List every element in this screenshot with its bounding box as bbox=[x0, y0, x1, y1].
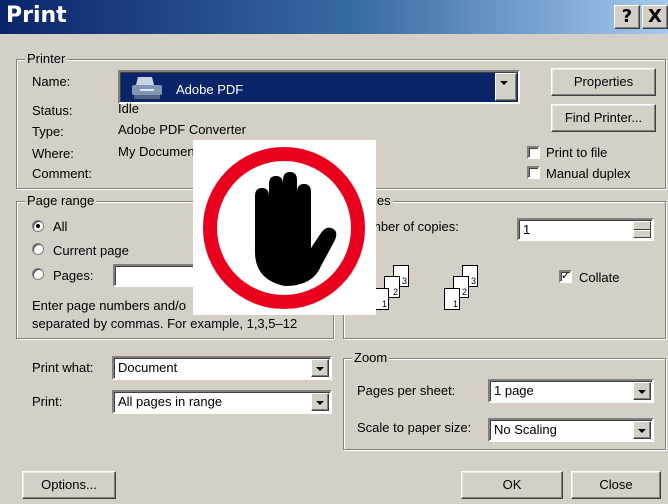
chevron-down-icon[interactable] bbox=[633, 421, 651, 439]
page-range-hint-line1: Enter page numbers and/o bbox=[32, 298, 186, 313]
copies-input[interactable]: 1 bbox=[517, 218, 654, 241]
find-printer-button[interactable]: Find Printer... bbox=[551, 104, 656, 132]
pages-radio[interactable] bbox=[32, 268, 44, 280]
chevron-down-icon[interactable] bbox=[311, 393, 329, 411]
close-window-button[interactable]: X bbox=[642, 5, 668, 29]
type-label: Type: bbox=[32, 124, 64, 139]
printer-icon bbox=[128, 75, 168, 101]
type-value: Adobe PDF Converter bbox=[118, 122, 246, 137]
print-what-select[interactable]: Document bbox=[112, 356, 332, 380]
pages-per-sheet-label: Pages per sheet: bbox=[357, 383, 456, 398]
all-pages-label: All bbox=[53, 219, 68, 234]
scale-label: Scale to paper size: bbox=[357, 420, 472, 435]
chevron-down-icon[interactable] bbox=[495, 73, 517, 101]
pages-per-sheet-select[interactable]: 1 page bbox=[488, 379, 654, 403]
print-to-file-checkbox[interactable] bbox=[527, 146, 540, 159]
chevron-down-icon[interactable] bbox=[311, 359, 329, 377]
properties-button[interactable]: Properties bbox=[551, 68, 656, 96]
print-what-value: Document bbox=[118, 360, 178, 375]
collate-label: Collate bbox=[579, 270, 620, 285]
ok-button[interactable]: OK bbox=[461, 471, 563, 499]
current-page-label: Current page bbox=[53, 243, 129, 258]
where-value: My Documen bbox=[118, 144, 195, 159]
stop-overlay bbox=[193, 140, 376, 315]
stop-hand-icon bbox=[203, 147, 365, 309]
help-button[interactable]: ? bbox=[614, 5, 640, 29]
manual-duplex-label: Manual duplex bbox=[546, 166, 631, 181]
printer-name-label: Name: bbox=[32, 74, 71, 89]
all-pages-radio[interactable] bbox=[32, 220, 44, 232]
status-value: Idle bbox=[118, 101, 139, 116]
collate-page: 1 bbox=[444, 288, 460, 310]
scale-select[interactable]: No Scaling bbox=[488, 418, 654, 442]
printer-name-value: Adobe PDF bbox=[176, 82, 244, 97]
current-page-radio[interactable] bbox=[32, 243, 44, 255]
close-button[interactable]: Close bbox=[571, 471, 661, 499]
printer-name-select[interactable]: Adobe PDF bbox=[118, 70, 520, 104]
number-of-copies-label: mber of copies: bbox=[370, 219, 459, 234]
print-to-file-label: Print to file bbox=[546, 145, 608, 160]
collate-checkbox[interactable]: ✓ bbox=[559, 270, 572, 283]
title-bar[interactable]: Print ? X bbox=[0, 0, 668, 34]
scale-value: No Scaling bbox=[494, 422, 557, 437]
window-title: Print bbox=[6, 3, 67, 28]
print-value: All pages in range bbox=[118, 394, 223, 409]
printer-group-label: Printer bbox=[25, 51, 68, 66]
print-what-label: Print what: bbox=[32, 360, 94, 375]
chevron-down-icon[interactable] bbox=[633, 382, 651, 400]
comment-label: Comment: bbox=[32, 166, 92, 181]
pages-label: Pages: bbox=[53, 268, 94, 283]
print-label: Print: bbox=[32, 394, 63, 409]
where-label: Where: bbox=[32, 146, 74, 161]
spin-down-icon[interactable] bbox=[633, 230, 651, 238]
print-select[interactable]: All pages in range bbox=[112, 390, 332, 414]
zoom-group-label: Zoom bbox=[352, 350, 390, 365]
page-range-group-label: Page range bbox=[25, 193, 97, 208]
pages-per-sheet-value: 1 page bbox=[494, 383, 534, 398]
options-button[interactable]: Options... bbox=[22, 471, 116, 499]
status-label: Status: bbox=[32, 103, 73, 118]
page-range-hint-line2: separated by commas. For example, 1,3,5–… bbox=[32, 316, 298, 331]
manual-duplex-checkbox[interactable] bbox=[527, 166, 540, 179]
spin-up-icon[interactable] bbox=[633, 221, 651, 230]
copies-value: 1 bbox=[523, 222, 531, 237]
